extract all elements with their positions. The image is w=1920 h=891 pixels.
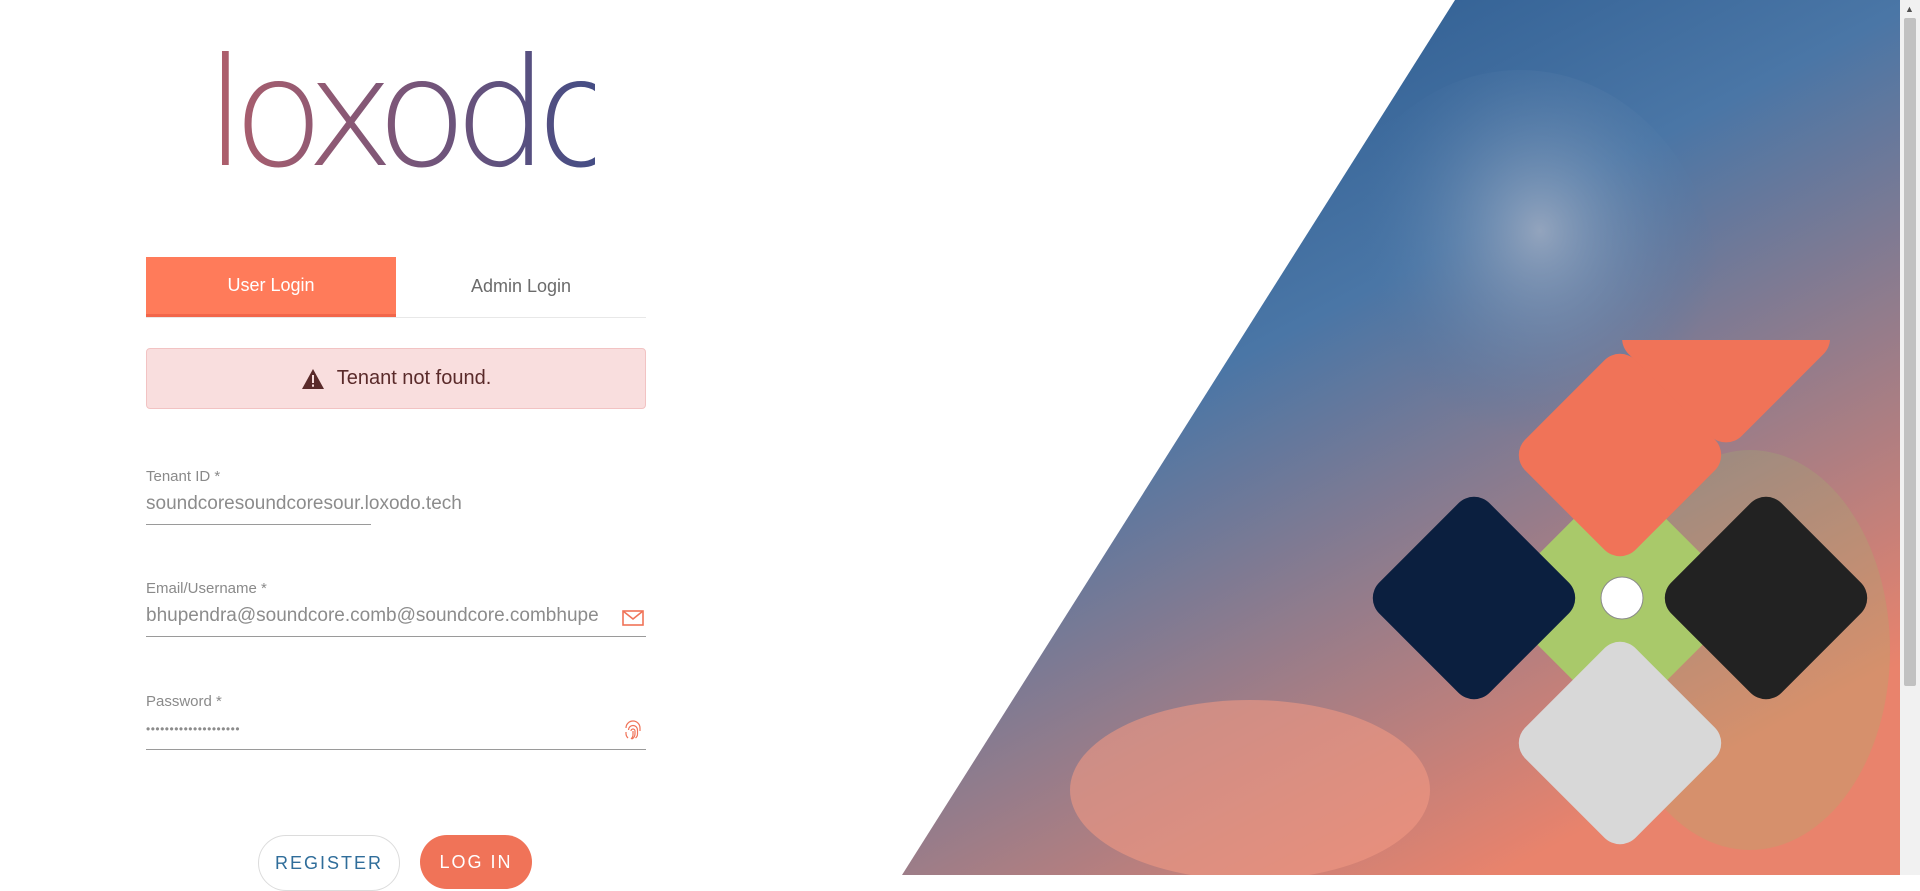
tenant-id-input[interactable]: soundcoresoundcoresour.loxodo.tech bbox=[146, 493, 626, 515]
fingerprint-icon[interactable] bbox=[622, 719, 644, 743]
page-scrollbar[interactable]: ▲ bbox=[1900, 0, 1920, 875]
tenant-id-field: Tenant ID * soundcoresoundcoresour.loxod… bbox=[146, 468, 646, 528]
tab-user-login[interactable]: User Login bbox=[146, 257, 396, 317]
mail-icon bbox=[622, 610, 644, 626]
error-alert: Tenant not found. bbox=[146, 348, 646, 409]
brand-diamonds-icon bbox=[1372, 340, 1868, 845]
tenant-id-underline bbox=[146, 524, 371, 525]
loxodo-logo: loxodo bbox=[205, 50, 595, 175]
register-button[interactable]: REGISTER bbox=[258, 835, 400, 891]
svg-text:loxodo: loxodo bbox=[205, 50, 595, 175]
password-underline bbox=[146, 749, 646, 750]
login-tabs: User Login Admin Login bbox=[146, 257, 646, 318]
email-field: Email/Username * bhupendra@soundcore.com… bbox=[146, 580, 646, 640]
login-page: loxodo User Login Admin Login Tenant not… bbox=[0, 0, 1920, 891]
email-input[interactable]: bhupendra@soundcore.comb@soundcore.combh… bbox=[146, 605, 626, 627]
password-field: Password * •••••••••••••••••••• bbox=[146, 693, 646, 753]
password-label: Password * bbox=[146, 693, 222, 710]
tenant-id-label: Tenant ID * bbox=[146, 468, 221, 485]
login-button[interactable]: LOG IN bbox=[420, 835, 532, 889]
email-label: Email/Username * bbox=[146, 580, 267, 597]
tenant-id-suffix: .loxodo.tech bbox=[359, 493, 462, 514]
alert-message: Tenant not found. bbox=[336, 367, 492, 389]
password-input[interactable]: •••••••••••••••••••• bbox=[146, 722, 626, 736]
scrollbar-thumb[interactable] bbox=[1904, 18, 1916, 686]
warning-icon bbox=[301, 368, 324, 389]
scroll-up-icon[interactable]: ▲ bbox=[1905, 4, 1914, 14]
tab-admin-login[interactable]: Admin Login bbox=[396, 257, 646, 315]
tenant-id-value: soundcoresoundcoresour bbox=[146, 493, 360, 514]
email-underline bbox=[146, 636, 646, 637]
